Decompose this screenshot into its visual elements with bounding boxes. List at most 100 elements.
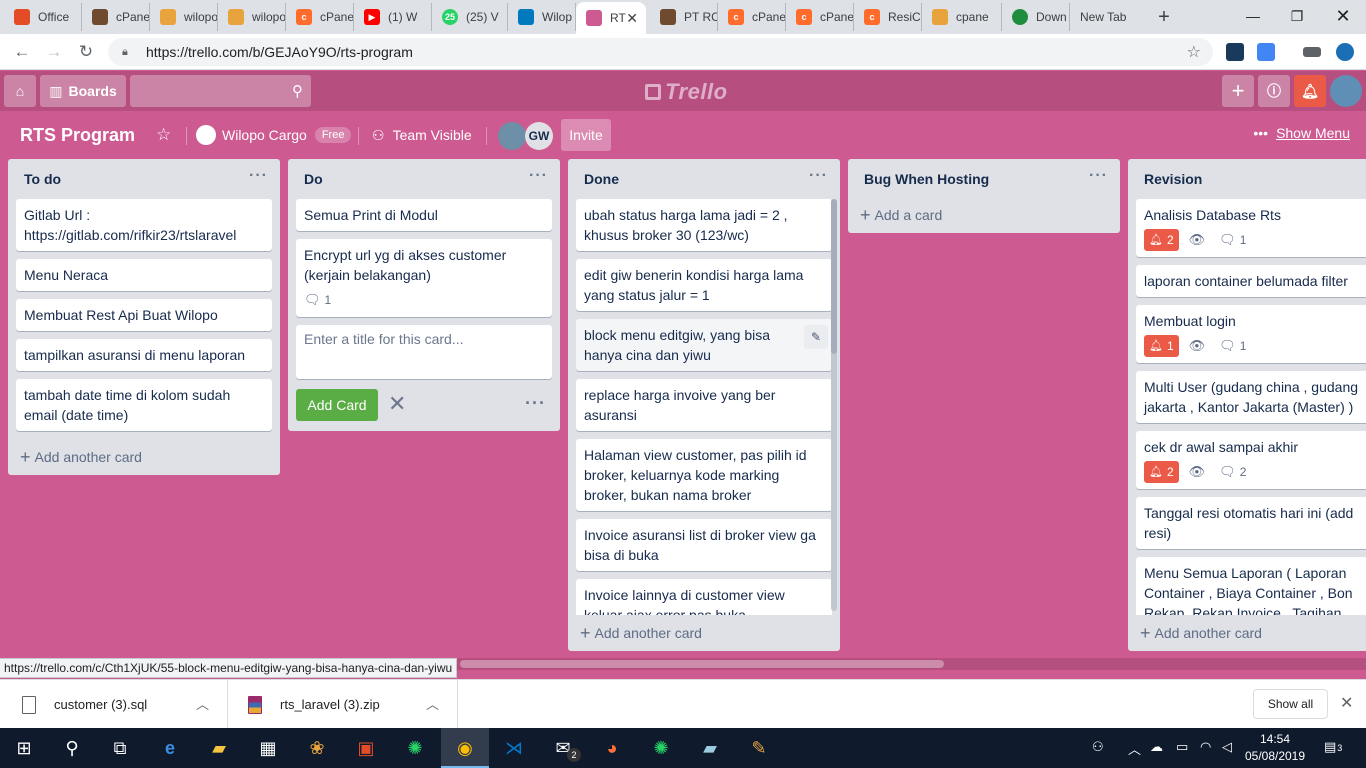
show-all-downloads-button[interactable]: Show all [1253,689,1328,719]
app-icon[interactable]: ▣ [352,734,380,762]
tab-pt-rc[interactable]: PT RC [650,3,718,31]
composer-more-icon[interactable]: ··· [525,393,546,414]
vscode-icon[interactable]: ⋊ [500,734,528,762]
tab-cpanel-5[interactable]: cpane [922,3,1002,31]
tab-cpanel-2[interactable]: c cPane [286,3,354,31]
card[interactable]: tampilkan asuransi di menu laporan [16,339,272,371]
card[interactable]: replace harga invoive yang ber asuransi [576,379,832,431]
list-title[interactable]: Revision [1144,171,1202,187]
info-icon[interactable]: ⓘ [1258,75,1290,107]
tab-cpanel[interactable]: cPane [82,3,150,31]
download-item[interactable]: customer (3).sql ︿ [0,680,228,729]
tab-resic[interactable]: c ResiC [854,3,922,31]
create-icon[interactable]: + [1222,75,1254,107]
extension-icon[interactable] [1226,43,1244,61]
file-explorer-icon[interactable]: ▰ [205,734,233,762]
card[interactable]: Invoice asuransi list di broker view ga … [576,519,832,571]
card[interactable]: tambah date time di kolom sudah email (d… [16,379,272,431]
chevron-up-icon[interactable]: ︿ [1128,739,1141,758]
chevron-up-icon[interactable]: ︿ [196,694,209,713]
list-title[interactable]: Done [584,171,619,187]
card[interactable]: Semua Print di Modul [296,199,552,231]
list-menu-icon[interactable]: ··· [529,167,548,185]
card[interactable]: Halaman view customer, pas pilih id brok… [576,439,832,511]
tab-cpanel-3[interactable]: c cPane [718,3,786,31]
app-icon[interactable]: ❀ [303,734,331,762]
card[interactable]: Invoice lainnya di customer view keluar … [576,579,832,615]
member-avatar-initials[interactable]: GW [525,122,553,150]
tab-office[interactable]: Office [4,3,82,31]
home-icon[interactable]: ⌂ [4,75,36,107]
scrollbar-thumb[interactable] [460,660,944,668]
member-avatar[interactable] [498,122,526,150]
list-menu-icon[interactable]: ··· [809,167,828,185]
app-icon[interactable]: ▰ [696,734,724,762]
people-icon[interactable]: ⚇ [1092,739,1104,755]
close-composer-icon[interactable]: ✕ [388,391,406,417]
trello-logo[interactable]: Trello [645,79,728,105]
add-another-card-button[interactable]: + Add another card [8,439,280,475]
list-title[interactable]: To do [24,171,61,187]
minimize-icon[interactable]: — [1230,4,1276,28]
list-title[interactable]: Do [304,171,323,187]
edit-card-icon[interactable]: ✎ [804,325,828,349]
maximize-icon[interactable]: ❐ [1274,4,1320,28]
close-download-bar-icon[interactable]: ✕ [1340,693,1353,713]
extension-icon[interactable] [1303,47,1321,57]
url-field[interactable]: 🔒︎ https://trello.com/b/GEJAoY9O/rts-pro… [108,38,1213,66]
download-item[interactable]: rts_laravel (3).zip ︿ [228,680,458,729]
tab-wilopo-trello[interactable]: Wilop [508,3,576,31]
close-tab-icon[interactable]: ✕ [626,10,638,27]
wifi-icon[interactable]: ◠ [1200,739,1211,755]
app-icon[interactable]: ✺ [401,734,429,762]
card[interactable]: block menu editgiw, yang bisa hanya cina… [576,319,832,371]
list-menu-icon[interactable]: ··· [1089,167,1108,185]
action-center-icon[interactable]: ▤3 [1324,739,1342,755]
tab-rts-active[interactable]: RT ✕ [576,2,646,34]
paint-icon[interactable]: ✎ [745,734,773,762]
invite-button[interactable]: Invite [561,119,611,151]
search-input[interactable]: ⚲ [130,75,311,107]
task-view-icon[interactable]: ⧉ [106,734,134,762]
list-title[interactable]: Bug When Hosting [864,171,989,187]
search-icon[interactable]: ⚲ [58,734,86,762]
tab-cpanel-4[interactable]: c cPane [786,3,854,31]
visibility-button[interactable]: ⚇ Team Visible [372,121,472,149]
tab-whatsapp[interactable]: 25 (25) V [432,3,508,31]
list-scrollbar[interactable] [831,199,837,611]
bookmark-star-icon[interactable]: ☆ [1187,42,1201,62]
add-card-button[interactable]: Add Card [296,389,378,421]
card[interactable]: Membuat Rest Api Buat Wilopo [16,299,272,331]
user-avatar[interactable] [1330,75,1362,107]
taskbar-clock[interactable]: 14:54 05/08/2019 [1240,731,1310,765]
list-menu-icon[interactable]: ··· [249,167,268,185]
tab-new-tab[interactable]: New Tab [1070,3,1146,31]
card[interactable]: Menu Neraca [16,259,272,291]
card[interactable]: ubah status harga lama jadi = 2 , khusus… [576,199,832,251]
board-title[interactable]: RTS Program [20,125,135,146]
card[interactable]: edit giw benerin kondisi harga lama yang… [576,259,832,311]
boards-button[interactable]: ▥ Boards [40,75,126,107]
app-icon[interactable]: ✺ [647,734,675,762]
google-translate-icon[interactable] [1257,43,1275,61]
scrollbar-thumb[interactable] [831,199,837,354]
store-icon[interactable]: ▦ [254,734,282,762]
add-card-button[interactable]: + Add a card [848,197,1120,233]
tab-wilopo-2[interactable]: wilopo [218,3,286,31]
forward-icon[interactable]: → [42,40,66,64]
profile-avatar-icon[interactable] [1336,43,1354,61]
close-window-icon[interactable]: ✕ [1320,4,1366,28]
card[interactable]: Menu Semua Laporan ( Laporan Container ,… [1136,557,1366,615]
chevron-up-icon[interactable]: ︿ [426,694,439,713]
add-another-card-button[interactable]: + Add another card [1128,615,1366,651]
edge-icon[interactable]: e [156,734,184,762]
add-another-card-button[interactable]: + Add another card [568,615,840,651]
card[interactable]: Encrypt url yg di akses customer (kerjai… [296,239,552,317]
card[interactable]: Analisis Database Rts 🔔︎ 2 👁︎ 🗨︎ 1 [1136,199,1366,257]
notifications-bell-icon[interactable]: 🔔︎ [1294,75,1326,107]
star-board-icon[interactable]: ☆ [156,121,171,149]
card[interactable]: Gitlab Url : https://gitlab.com/rifkir23… [16,199,272,251]
card[interactable]: cek dr awal sampai akhir 🔔︎ 2 👁︎ 🗨︎ 2 [1136,431,1366,489]
volume-icon[interactable]: ◁ [1222,739,1232,755]
mail-icon[interactable]: ✉ 2 [549,734,581,762]
